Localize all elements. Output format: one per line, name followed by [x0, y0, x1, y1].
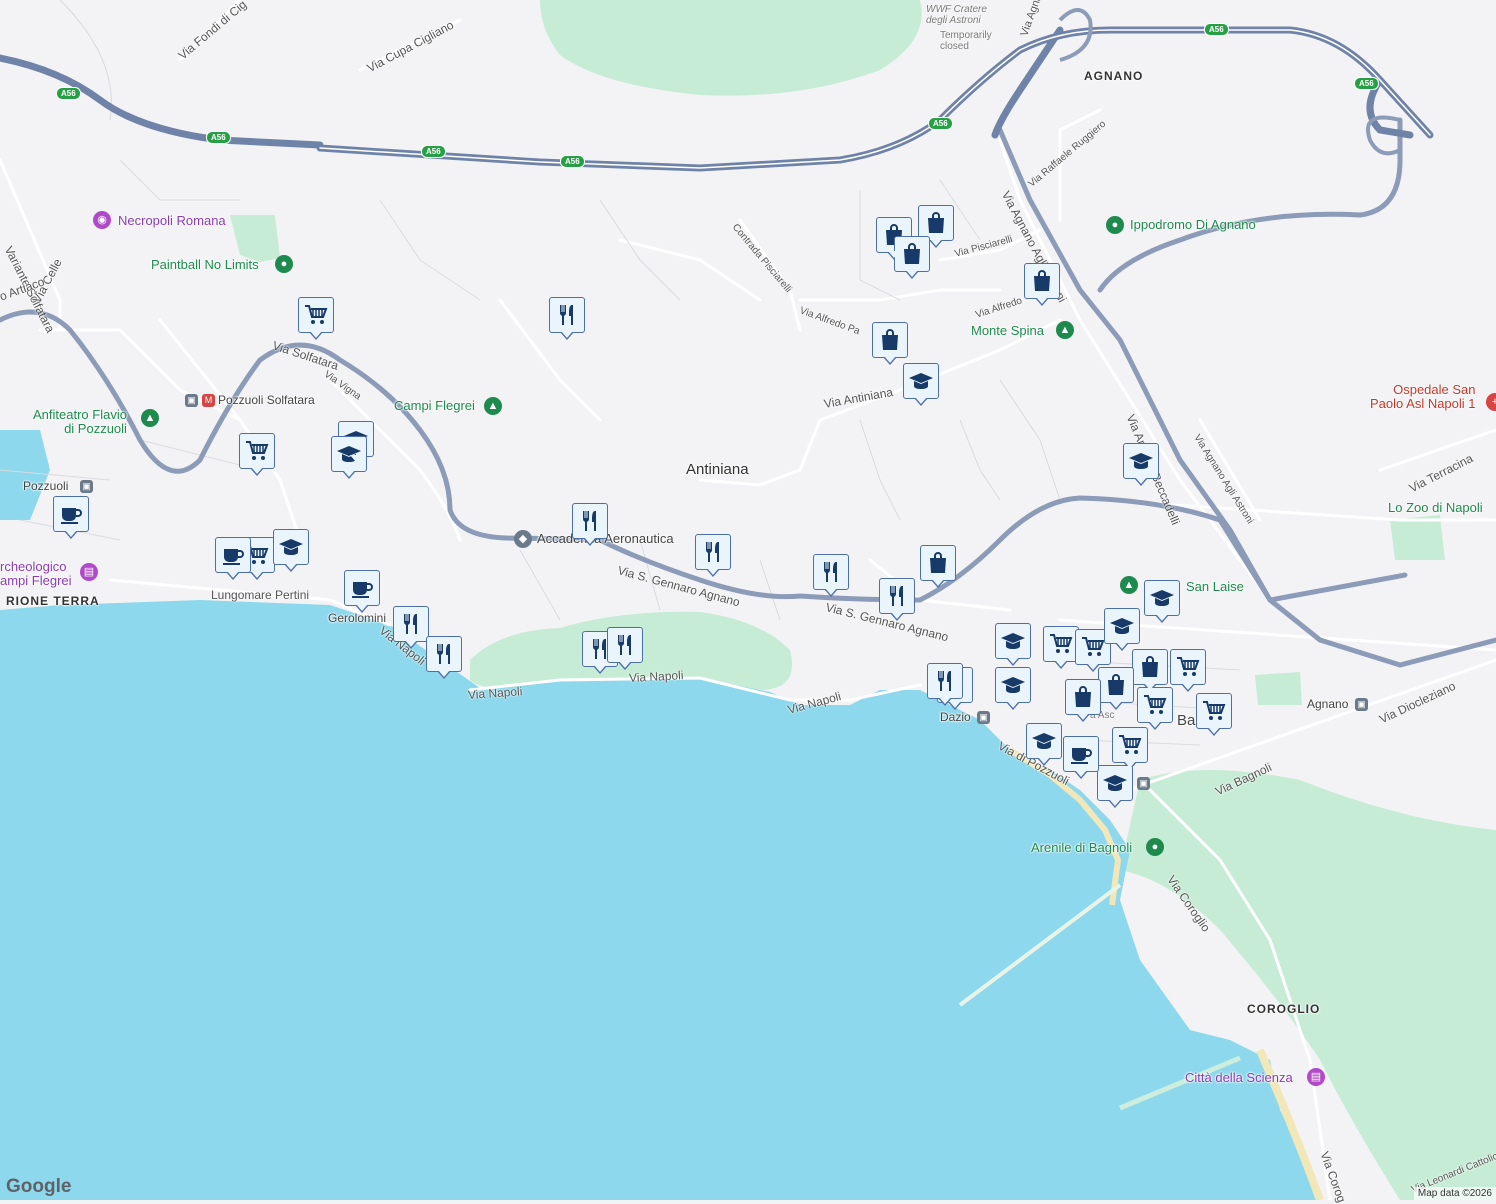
grocery-marker[interactable]	[1043, 626, 1079, 669]
poi-label-ospedale[interactable]: Ospedale San Paolo Asl Napoli 1	[1370, 383, 1476, 411]
school-marker[interactable]	[273, 529, 309, 572]
tree-icon[interactable]: ▲	[141, 409, 159, 427]
highway-shield: A56	[1204, 23, 1229, 36]
grocery-marker[interactable]	[1170, 649, 1206, 692]
poi-label-san-laise[interactable]: San Laise	[1186, 580, 1244, 594]
poi-label-citta-scienza[interactable]: Città della Scienza	[1185, 1071, 1293, 1085]
shopping-marker[interactable]	[920, 545, 956, 588]
cafe-marker[interactable]	[215, 537, 251, 580]
google-logo: Google	[6, 1176, 72, 1197]
grocery-marker[interactable]	[298, 297, 334, 340]
map-attribution[interactable]: Map data ©2026	[1413, 1187, 1496, 1200]
highway-shield: A56	[421, 145, 446, 158]
highway-shield: A56	[928, 117, 953, 130]
poi-label-necropoli[interactable]: Necropoli Romana	[118, 214, 226, 228]
shopping-marker[interactable]	[1024, 263, 1060, 306]
area-label-agnano: AGNANO	[1084, 69, 1144, 83]
poi-label-campi-flegrei[interactable]: Campi Flegrei	[394, 399, 475, 413]
restaurant-marker[interactable]	[879, 578, 915, 621]
tree-icon[interactable]: ▲	[1120, 576, 1138, 594]
train-icon: ▣	[977, 711, 990, 724]
park-icon[interactable]: ●	[1146, 838, 1164, 856]
place-label-gerolomini: Gerolomini	[328, 611, 387, 625]
cafe-marker[interactable]	[53, 496, 89, 539]
harbor	[0, 430, 50, 520]
mountain-icon[interactable]: ▲	[1056, 321, 1074, 339]
cafe-marker[interactable]	[1063, 736, 1099, 779]
area-label-rione-terra: RIONE TERRA	[6, 594, 100, 608]
highway-shield: A56	[560, 155, 585, 168]
poi-label-archeologico[interactable]: rcheologico ampi Flegrei	[0, 560, 72, 588]
poi-label-paintball[interactable]: Paintball No Limits	[151, 258, 259, 272]
school-marker[interactable]	[1123, 443, 1159, 486]
grocery-marker[interactable]	[1196, 693, 1232, 736]
poi-label-arenile[interactable]: Arenile di Bagnoli	[1031, 841, 1132, 855]
grocery-marker[interactable]	[1137, 687, 1173, 730]
school-marker[interactable]	[995, 667, 1031, 710]
restaurant-marker[interactable]	[426, 636, 462, 679]
shopping-marker[interactable]	[1098, 667, 1134, 710]
school-icon[interactable]: ◆	[514, 530, 532, 548]
school-marker[interactable]	[1104, 608, 1140, 651]
shopping-marker[interactable]	[1065, 679, 1101, 722]
station-label-dazio[interactable]: Dazio	[940, 710, 971, 724]
restaurant-marker[interactable]	[393, 606, 429, 649]
station-label-pozzuoli[interactable]: Pozzuoli	[23, 479, 68, 493]
station-label-agnano[interactable]: Agnano	[1307, 697, 1348, 711]
museum-icon[interactable]: ▤	[80, 563, 98, 581]
road-label-napoli-3: Via Napoli	[628, 668, 684, 685]
train-icon: ▣	[1137, 777, 1150, 790]
metro-icon: M	[202, 394, 215, 407]
highway-shield: A56	[56, 87, 81, 100]
poi-label-monte-spina[interactable]: Monte Spina	[971, 324, 1044, 338]
school-marker[interactable]	[331, 436, 367, 479]
restaurant-marker[interactable]	[695, 534, 731, 577]
school-marker[interactable]	[995, 623, 1031, 666]
mountain-icon[interactable]: ▲	[484, 397, 502, 415]
park-icon[interactable]: ●	[275, 255, 293, 273]
poi-status-wwf: Temporarily closed	[940, 30, 992, 52]
road-label-lungomare: Lungomare Pertini	[211, 588, 310, 602]
shopping-marker[interactable]	[872, 322, 908, 365]
school-marker[interactable]	[1097, 765, 1133, 808]
restaurant-marker[interactable]	[607, 627, 643, 670]
poi-label-ippodromo[interactable]: Ippodromo Di Agnano	[1130, 218, 1256, 232]
restaurant-marker[interactable]	[813, 554, 849, 597]
museum-icon[interactable]: ▤	[1307, 1068, 1325, 1086]
grocery-marker[interactable]	[239, 433, 275, 476]
restaurant-marker[interactable]	[549, 297, 585, 340]
train-icon: ▣	[1355, 698, 1368, 711]
poi-label-wwf: WWF Cratere degli Astroni	[926, 4, 987, 26]
area-label-coroglio: COROGLIO	[1247, 1002, 1321, 1016]
train-icon: ▣	[185, 394, 198, 407]
cafe-marker[interactable]	[344, 570, 380, 613]
area-label-antiniana: Antiniana	[686, 461, 749, 478]
racecourse-icon[interactable]: ●	[1106, 216, 1124, 234]
poi-label-anfiteatro[interactable]: Anfiteatro Flavio di Pozzuoli	[33, 408, 127, 436]
school-marker[interactable]	[1144, 580, 1180, 623]
restaurant-marker[interactable]	[572, 503, 608, 546]
camera-icon[interactable]: ◉	[93, 211, 111, 229]
restaurant-marker[interactable]	[927, 663, 963, 706]
station-label-pozzuoli-solfatara[interactable]: Pozzuoli Solfatara	[218, 393, 315, 407]
school-marker[interactable]	[1026, 723, 1062, 766]
school-marker[interactable]	[903, 363, 939, 406]
shopping-marker[interactable]	[1132, 649, 1168, 692]
grocery-marker[interactable]	[1112, 727, 1148, 770]
highway-shield: A56	[206, 131, 231, 144]
poi-label-lo-zoo[interactable]: Lo Zoo di Napoli	[1388, 501, 1483, 515]
highway-shield: A56	[1354, 77, 1379, 90]
train-icon: ▣	[80, 480, 93, 493]
